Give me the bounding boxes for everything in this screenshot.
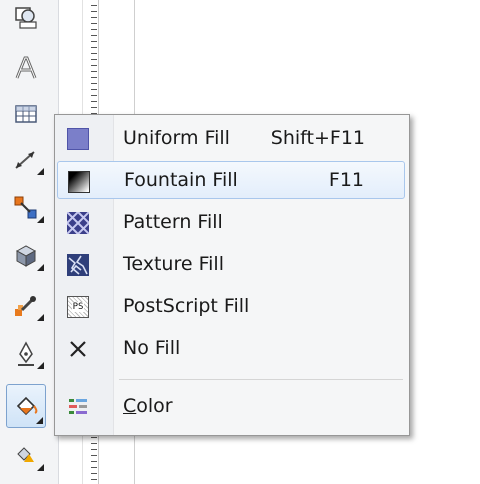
shape-tool-icon — [15, 7, 37, 29]
menu-item-pattern-fill[interactable]: Pattern Fill — [57, 203, 405, 241]
menu-item-fountain-fill[interactable]: Fountain Fill F11 — [57, 161, 405, 199]
interactive-fill-tool[interactable] — [6, 438, 46, 474]
flyout-arrow-icon — [37, 314, 44, 321]
menu-separator — [119, 379, 403, 380]
menu-item-shortcut: F11 — [328, 169, 364, 191]
uniform-fill-icon — [67, 128, 89, 150]
texture-fill-icon — [67, 254, 89, 276]
shape-tool[interactable] — [6, 0, 46, 36]
menu-item-color[interactable]: Color — [57, 387, 405, 425]
connector-tool-icon — [14, 196, 37, 219]
flyout-arrow-icon — [37, 464, 44, 471]
outline-pen-tool[interactable] — [6, 336, 46, 372]
menu-item-label: No Fill — [123, 337, 181, 359]
menu-item-label: Fountain Fill — [124, 169, 238, 191]
menu-item-label: Color — [123, 395, 173, 417]
fountain-fill-icon — [68, 171, 90, 193]
menu-item-label: PostScript Fill — [123, 295, 250, 317]
text-tool[interactable] — [6, 50, 46, 86]
table-tool[interactable] — [6, 96, 46, 132]
interactive-fill-icon — [17, 447, 34, 462]
flyout-arrow-icon — [37, 264, 44, 271]
toolbox — [0, 0, 59, 484]
extrude-tool[interactable] — [6, 238, 46, 274]
color-palette-icon — [67, 396, 89, 418]
table-tool-icon — [15, 105, 37, 123]
outline-pen-icon — [18, 341, 34, 366]
menu-item-label: Texture Fill — [123, 253, 224, 275]
menu-item-postscript-fill[interactable]: PS PostScript Fill — [57, 287, 405, 325]
menu-item-no-fill[interactable]: No Fill — [57, 329, 405, 367]
postscript-icon-text: PS — [71, 302, 85, 312]
dimension-tool[interactable] — [6, 142, 46, 178]
pattern-fill-icon — [67, 212, 89, 234]
menu-item-label: Uniform Fill — [123, 127, 230, 149]
flyout-arrow-icon — [36, 417, 43, 424]
eyedropper-tool-icon — [15, 296, 36, 316]
eyedropper-tool[interactable] — [6, 288, 46, 324]
connector-tool[interactable] — [6, 190, 46, 226]
menu-item-label: Pattern Fill — [123, 211, 223, 233]
dimension-tool-icon — [15, 151, 35, 169]
menu-item-uniform-fill[interactable]: Uniform Fill Shift+F11 — [57, 119, 405, 157]
postscript-fill-icon: PS — [67, 296, 89, 318]
text-tool-icon — [15, 56, 37, 79]
menu-item-texture-fill[interactable]: Texture Fill — [57, 245, 405, 283]
extrude-tool-icon — [15, 245, 37, 267]
no-fill-icon — [67, 338, 89, 360]
flyout-arrow-icon — [37, 168, 44, 175]
fill-bucket-icon — [16, 396, 38, 416]
fill-flyout-menu: Uniform Fill Shift+F11 Fountain Fill F11… — [54, 114, 410, 436]
fill-tool[interactable] — [6, 384, 46, 428]
menu-item-shortcut: Shift+F11 — [270, 127, 365, 149]
flyout-arrow-icon — [37, 362, 44, 369]
flyout-arrow-icon — [37, 216, 44, 223]
